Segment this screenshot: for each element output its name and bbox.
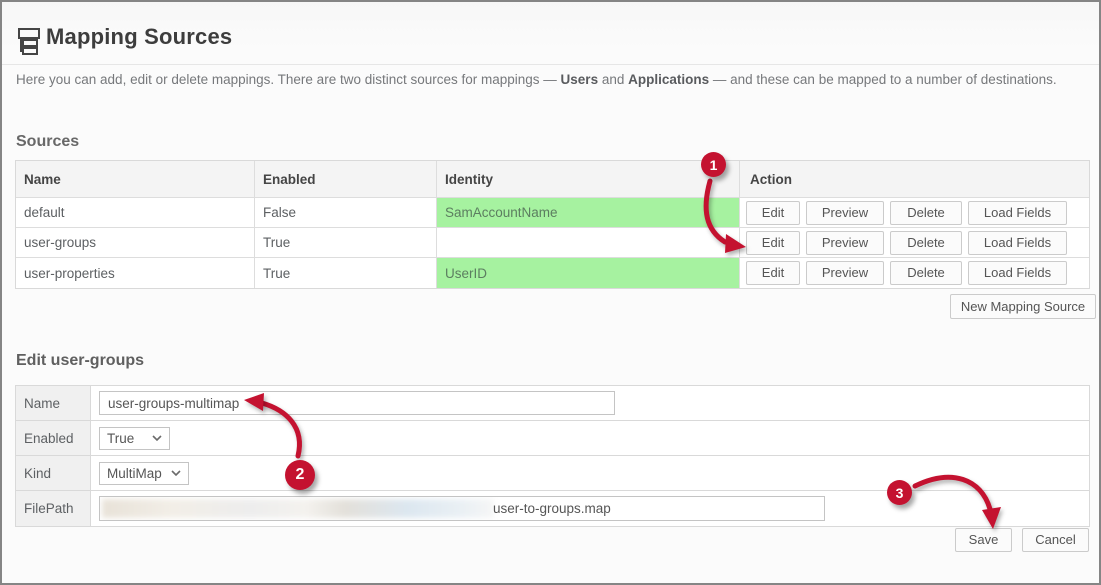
edit-button[interactable]: Edit (746, 231, 800, 255)
kind-field-row: MultiMap (91, 456, 1089, 491)
enabled-field-label: Enabled (16, 421, 91, 456)
table-cell-name: user-groups (16, 228, 255, 258)
edit-button[interactable]: Edit (746, 261, 800, 285)
table-cell-enabled: True (255, 228, 437, 258)
table-cell-enabled: True (255, 258, 437, 288)
step-3-badge: 3 (887, 480, 912, 505)
column-header-enabled: Enabled (255, 161, 437, 198)
edit-user-groups-form: Name Enabled True Kind MultiMap FilePath (15, 385, 1090, 527)
sources-heading: Sources (16, 133, 79, 151)
cancel-button[interactable]: Cancel (1022, 528, 1089, 552)
filepath-filename: user-to-groups.map (493, 501, 611, 516)
column-header-action: Action (740, 161, 1089, 198)
enabled-field-row: True (91, 421, 1089, 456)
sources-table: Name Enabled Identity Action default Fal… (15, 160, 1090, 289)
page-description: Here you can add, edit or delete mapping… (16, 72, 1057, 87)
header-divider (2, 64, 1099, 65)
table-cell-name: user-properties (16, 258, 255, 288)
column-header-identity: Identity (437, 161, 740, 198)
description-text: and (598, 72, 628, 87)
table-cell-actions: Edit Preview Delete Load Fields (740, 258, 1089, 288)
name-field-label: Name (16, 386, 91, 421)
description-text: Here you can add, edit or delete mapping… (16, 72, 561, 87)
filepath-field-label: FilePath (16, 491, 91, 526)
step-2-badge: 2 (285, 460, 315, 490)
chevron-down-icon (171, 470, 181, 476)
enabled-select[interactable]: True (99, 427, 170, 450)
description-text: — and these can be mapped to a number of… (709, 72, 1056, 87)
load-fields-button[interactable]: Load Fields (968, 201, 1067, 225)
page-title: Mapping Sources (46, 24, 232, 50)
edit-button[interactable]: Edit (746, 201, 800, 225)
delete-button[interactable]: Delete (890, 201, 962, 225)
save-button[interactable]: Save (955, 528, 1012, 552)
table-cell-identity (437, 228, 740, 258)
preview-button[interactable]: Preview (806, 231, 884, 255)
load-fields-button[interactable]: Load Fields (968, 261, 1067, 285)
chevron-down-icon (152, 435, 162, 441)
table-cell-identity: SamAccountName (437, 198, 740, 228)
preview-button[interactable]: Preview (806, 201, 884, 225)
table-cell-name: default (16, 198, 255, 228)
kind-select-value: MultiMap (107, 466, 162, 481)
new-mapping-source-button[interactable]: New Mapping Source (950, 294, 1096, 319)
description-bold-applications: Applications (628, 72, 709, 87)
kind-select[interactable]: MultiMap (99, 462, 189, 485)
table-cell-identity: UserID (437, 258, 740, 288)
filepath-redacted-segment (102, 499, 494, 518)
mapping-sources-page: Mapping Sources Here you can add, edit o… (0, 0, 1101, 585)
filepath-input[interactable]: user-to-groups.map (99, 496, 825, 521)
edit-form-heading: Edit user-groups (16, 352, 144, 370)
sitemap-icon (15, 27, 42, 60)
load-fields-button[interactable]: Load Fields (968, 231, 1067, 255)
table-cell-actions: Edit Preview Delete Load Fields (740, 198, 1089, 228)
enabled-select-value: True (107, 431, 134, 446)
filepath-field-row: user-to-groups.map (91, 491, 1089, 526)
delete-button[interactable]: Delete (890, 231, 962, 255)
name-input[interactable] (99, 391, 615, 415)
table-cell-enabled: False (255, 198, 437, 228)
column-header-name: Name (16, 161, 255, 198)
delete-button[interactable]: Delete (890, 261, 962, 285)
step-1-badge: 1 (701, 152, 726, 177)
description-bold-users: Users (561, 72, 599, 87)
table-cell-actions: Edit Preview Delete Load Fields (740, 228, 1089, 258)
name-field-row (91, 386, 1089, 421)
kind-field-label: Kind (16, 456, 91, 491)
preview-button[interactable]: Preview (806, 261, 884, 285)
